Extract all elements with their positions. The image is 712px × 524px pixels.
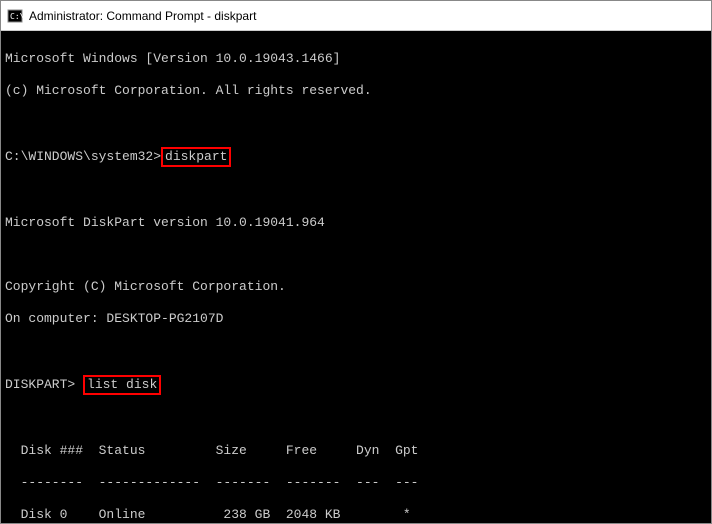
- terminal-output[interactable]: Microsoft Windows [Version 10.0.19043.14…: [1, 31, 711, 523]
- window-title: Administrator: Command Prompt - diskpart: [29, 9, 256, 23]
- table-divider: -------- ------------- ------- ------- -…: [5, 475, 707, 491]
- prompt-line: C:\WINDOWS\system32>diskpart: [5, 147, 707, 167]
- svg-text:C:\: C:\: [10, 12, 23, 21]
- blank-line: [5, 343, 707, 359]
- blank-line: [5, 247, 707, 263]
- prompt-path: C:\WINDOWS\system32>: [5, 149, 161, 164]
- banner-line: (c) Microsoft Corporation. All rights re…: [5, 83, 707, 99]
- table-row: Disk 0 Online 238 GB 2048 KB *: [5, 507, 707, 523]
- cmd-icon: C:\: [7, 8, 23, 24]
- banner-line: Microsoft Windows [Version 10.0.19043.14…: [5, 51, 707, 67]
- table-header: Disk ### Status Size Free Dyn Gpt: [5, 443, 707, 459]
- diskpart-prompt: DISKPART>: [5, 377, 75, 392]
- blank-line: [5, 183, 707, 199]
- copyright-line: Copyright (C) Microsoft Corporation.: [5, 279, 707, 295]
- prompt-line: DISKPART> list disk: [5, 375, 707, 395]
- blank-line: [5, 411, 707, 427]
- diskpart-version: Microsoft DiskPart version 10.0.19041.96…: [5, 215, 707, 231]
- cmd-diskpart: diskpart: [161, 147, 231, 167]
- computer-line: On computer: DESKTOP-PG2107D: [5, 311, 707, 327]
- cmd-list-disk: list disk: [83, 375, 161, 395]
- blank-line: [5, 115, 707, 131]
- window-titlebar: C:\ Administrator: Command Prompt - disk…: [1, 1, 711, 31]
